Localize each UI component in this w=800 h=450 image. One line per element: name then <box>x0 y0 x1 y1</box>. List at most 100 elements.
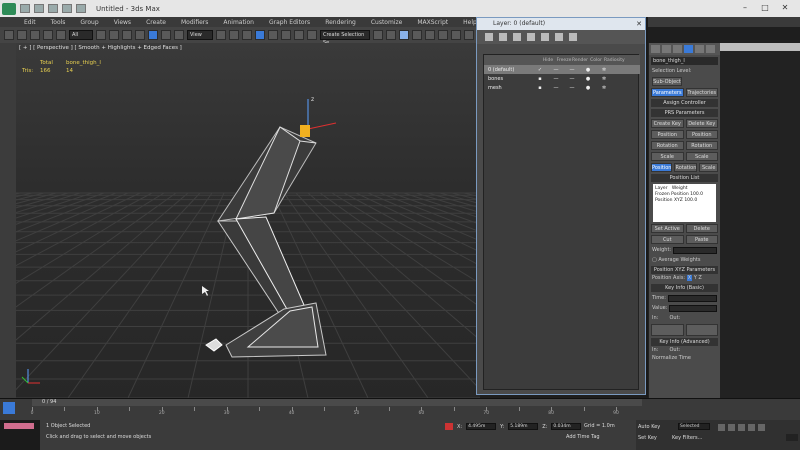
list-item[interactable]: Position XYZ 100.0 <box>655 198 714 204</box>
radiosity-icon[interactable]: ✲ <box>596 76 612 82</box>
modify-tab-icon[interactable] <box>662 45 671 53</box>
color-icon[interactable]: ● <box>580 67 596 73</box>
column-header[interactable]: Color <box>588 58 604 63</box>
out-tangent-icon[interactable] <box>685 324 718 336</box>
layer-row[interactable]: 0 (default) ✓ — — ● ✲ <box>484 65 640 74</box>
rect-selection-icon[interactable] <box>122 30 132 40</box>
dialog-title-bar[interactable]: Layer: 0 (default) ✕ <box>477 18 645 30</box>
select-objects-icon[interactable] <box>527 33 535 41</box>
track-bar[interactable]: 0 10 20 30 40 50 60 70 80 90 <box>31 407 642 421</box>
minimize-icon[interactable]: – <box>740 3 750 13</box>
maxscript-listener[interactable] <box>0 420 40 450</box>
render-setup-icon[interactable] <box>464 30 474 40</box>
prev-frame-icon[interactable] <box>728 424 735 431</box>
axis-z-button[interactable]: Z <box>698 275 701 281</box>
app-logo-icon[interactable] <box>2 2 16 15</box>
select-and-move-icon[interactable] <box>148 30 158 40</box>
select-and-scale-icon[interactable] <box>174 30 184 40</box>
select-manipulate-icon[interactable] <box>229 30 239 40</box>
scale-tab[interactable]: Scale <box>699 163 718 172</box>
hierarchy-tab-icon[interactable] <box>673 45 682 53</box>
layer-name[interactable]: bones <box>484 76 532 82</box>
material-editor-icon[interactable] <box>451 30 461 40</box>
menu-item-tools[interactable]: Tools <box>51 19 66 26</box>
trajectories-button[interactable]: Trajectories <box>685 88 718 97</box>
motion-tab-icon[interactable] <box>684 45 693 53</box>
average-weights-checkbox[interactable]: ▢ Average Weights <box>649 256 720 264</box>
graphite-tools-icon[interactable] <box>412 30 422 40</box>
display-tab-icon[interactable] <box>695 45 704 53</box>
next-frame-icon[interactable] <box>748 424 755 431</box>
axis-y-button[interactable]: Y <box>694 275 697 281</box>
rotation-tab[interactable]: Rotation <box>674 163 698 172</box>
create-position-key-button[interactable]: Position <box>651 130 684 139</box>
create-scale-key-button[interactable]: Scale <box>651 152 684 161</box>
hide-all-icon[interactable] <box>555 33 563 41</box>
menu-item-group[interactable]: Group <box>80 19 98 26</box>
goto-start-icon[interactable] <box>718 424 725 431</box>
redo-icon[interactable] <box>76 4 86 13</box>
parameters-button[interactable]: Parameters <box>651 88 684 97</box>
layer-list[interactable]: Hide Freeze Render Color Radiosity 0 (de… <box>483 54 640 390</box>
edit-named-selection-icon[interactable] <box>307 30 317 40</box>
spinner-snap-icon[interactable] <box>294 30 304 40</box>
auto-key-button[interactable]: Auto Key <box>638 424 660 430</box>
in-tangent-icon[interactable] <box>651 324 684 336</box>
position-list-box[interactable]: Layer Weight Frozen Position 100.0 Posit… <box>653 184 716 222</box>
snaps-toggle-icon[interactable] <box>255 30 265 40</box>
window-crossing-icon[interactable] <box>135 30 145 40</box>
freeze-all-icon[interactable] <box>569 33 577 41</box>
key-info-basic-rollout[interactable]: Key Info (Basic) <box>651 284 718 292</box>
align-icon[interactable] <box>386 30 396 40</box>
position-tab[interactable]: Position <box>651 163 673 172</box>
perspective-viewport[interactable]: z [ + ] [ Perspective ] [ Smooth + Highl… <box>16 43 480 398</box>
layer-manager-icon[interactable] <box>399 30 409 40</box>
time-slider[interactable] <box>32 399 642 406</box>
key-mode-dropdown[interactable]: Selected <box>678 423 710 430</box>
create-layer-icon[interactable] <box>485 33 493 41</box>
hide-toggle[interactable]: ▪ <box>532 76 548 82</box>
layer-name[interactable]: 0 (default) <box>484 67 532 73</box>
pivot-center-icon[interactable] <box>216 30 226 40</box>
selection-filter-dropdown[interactable]: All <box>69 30 93 40</box>
unlink-icon[interactable] <box>43 30 53 40</box>
undo-icon[interactable] <box>4 30 14 40</box>
layer-name[interactable]: mesh <box>484 85 532 91</box>
delete-rotation-key-button[interactable]: Rotation <box>685 141 718 150</box>
menu-item-maxscript[interactable]: MAXScript <box>417 19 448 26</box>
sub-object-button[interactable]: Sub-Object <box>652 77 682 86</box>
delete-button[interactable]: Delete <box>685 224 718 233</box>
menu-item-views[interactable]: Views <box>114 19 131 26</box>
delete-scale-key-button[interactable]: Scale <box>685 152 718 161</box>
paste-button[interactable]: Paste <box>685 235 718 244</box>
maximize-icon[interactable]: □ <box>760 3 770 13</box>
close-icon[interactable]: ✕ <box>780 3 790 13</box>
x-coordinate-field[interactable]: 4.495m <box>466 423 497 430</box>
radiosity-icon[interactable]: ✲ <box>596 67 612 73</box>
add-time-tag-button[interactable]: Add Time Tag <box>566 434 600 440</box>
percent-snap-icon[interactable] <box>281 30 291 40</box>
weight-field[interactable]: Weight: <box>652 246 717 254</box>
bind-space-warp-icon[interactable] <box>56 30 66 40</box>
set-key-button[interactable]: Set Key <box>638 435 657 441</box>
goto-end-icon[interactable] <box>758 424 765 431</box>
mirror-icon[interactable] <box>373 30 383 40</box>
add-to-layer-icon[interactable] <box>513 33 521 41</box>
key-filters-button[interactable]: Key Filters... <box>672 435 702 441</box>
menu-item-animation[interactable]: Animation <box>223 19 254 26</box>
link-icon[interactable] <box>30 30 40 40</box>
position-list-rollout[interactable]: Position List <box>651 174 718 182</box>
column-header[interactable]: Hide <box>540 58 556 63</box>
create-tab-icon[interactable] <box>651 45 660 53</box>
delete-position-key-button[interactable]: Position <box>685 130 718 139</box>
menu-item-rendering[interactable]: Rendering <box>325 19 356 26</box>
new-scene-icon[interactable] <box>20 4 30 13</box>
menu-item-help[interactable]: Help <box>463 19 477 26</box>
mini-curve-editor-icon[interactable] <box>3 402 15 414</box>
curve-editor-icon[interactable] <box>425 30 435 40</box>
play-icon[interactable] <box>738 424 745 431</box>
utilities-tab-icon[interactable] <box>706 45 715 53</box>
layer-row[interactable]: mesh ▪ — — ● ✲ <box>484 83 640 92</box>
object-name-field[interactable]: bone_thigh_l <box>651 57 718 65</box>
highlight-layer-icon[interactable] <box>541 33 549 41</box>
